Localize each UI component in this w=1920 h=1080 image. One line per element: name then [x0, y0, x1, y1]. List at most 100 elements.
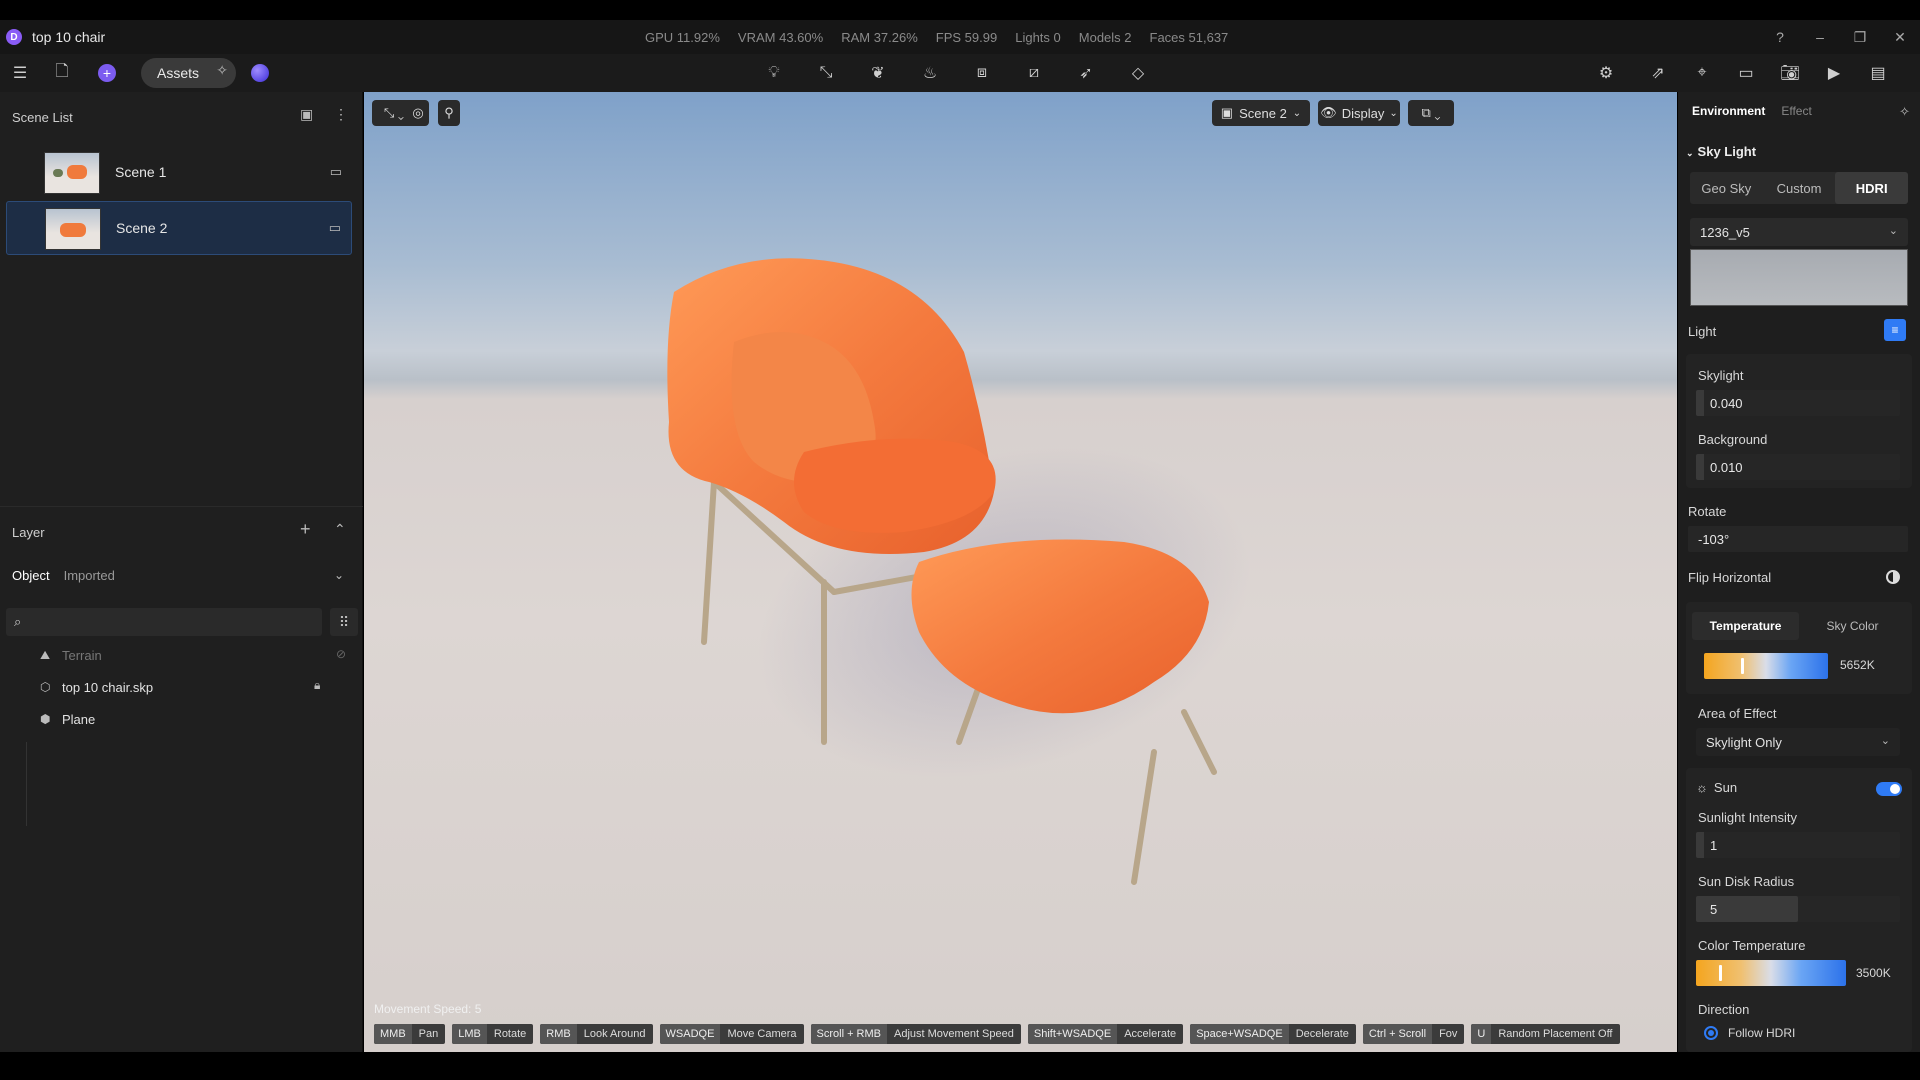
sun-toggle[interactable]	[1876, 782, 1902, 796]
world-space-icon[interactable]: ◎	[407, 100, 429, 126]
select-tool-icon[interactable]: ➶	[1072, 59, 1100, 87]
hint-action: Adjust Movement Speed	[894, 1028, 1014, 1040]
sky-mode-hdri[interactable]: HDRI	[1835, 172, 1909, 204]
view-mode-dropdown[interactable]: ⧉ ⌄	[1408, 100, 1454, 126]
filter-icon[interactable]: ⌄	[334, 568, 344, 582]
fire-icon[interactable]: ♨	[916, 59, 944, 87]
leaf-icon[interactable]: ❦	[864, 59, 892, 87]
restore-button[interactable]: ❐	[1840, 20, 1880, 54]
tab-effect[interactable]: Effect	[1781, 104, 1811, 118]
temperature-slider[interactable]	[1704, 653, 1828, 679]
layer-item-plane[interactable]: ⬢ Plane	[40, 708, 95, 730]
hint-key: Ctrl + Scroll	[1362, 1024, 1433, 1044]
map-pin-icon[interactable]: ⌖	[1688, 59, 1716, 87]
layer-item-label: Plane	[62, 711, 96, 727]
export-icon[interactable]: ⇗	[1644, 59, 1672, 87]
layer-item-terrain[interactable]: ⛰ Terrain	[40, 644, 102, 666]
tab-object[interactable]: Object	[12, 568, 50, 583]
sky-mode-geo[interactable]: Geo Sky	[1690, 172, 1763, 204]
scene-list-title: Scene List	[12, 109, 73, 125]
stat-gpu: GPU 11.92%	[645, 29, 720, 45]
pin-icon[interactable]: ✧	[1899, 104, 1910, 120]
close-button[interactable]: ✕	[1880, 20, 1920, 54]
skylight-input[interactable]: 0.040	[1696, 390, 1900, 416]
color-temperature-label: Color Temperature	[1698, 938, 1806, 953]
scene-item-2[interactable]: Scene 2 ▭	[6, 201, 352, 255]
snap-icon[interactable]: ⚲	[438, 100, 460, 126]
light-settings-icon[interactable]: ≡	[1884, 319, 1906, 341]
scene-item-label: Scene 2	[116, 220, 168, 236]
visibility-hidden-icon[interactable]: ⊘	[336, 647, 346, 661]
stat-ram: RAM 37.26%	[841, 29, 918, 45]
hint-key: Scroll + RMB	[810, 1024, 888, 1044]
layer-tabs: Object Imported	[12, 568, 115, 583]
sky-mode-segment: Geo Sky Custom HDRI	[1690, 172, 1909, 204]
slider-handle[interactable]	[1741, 658, 1744, 674]
scene-select-dropdown[interactable]: ▣ Scene 2 ⌄	[1212, 100, 1310, 126]
hint-key: MMB	[374, 1024, 412, 1044]
background-input[interactable]: 0.010	[1696, 454, 1900, 480]
sky-light-heading[interactable]: ⌄ Sky Light	[1686, 144, 1756, 159]
layers-icon[interactable]: ◇	[1124, 59, 1152, 87]
slider-handle[interactable]	[1719, 965, 1722, 981]
tab-imported[interactable]: Imported	[64, 568, 115, 583]
letterbox-top	[0, 0, 1920, 20]
hdri-preview[interactable]	[1690, 249, 1908, 306]
layer-item-chair-model[interactable]: ⬡ top 10 chair.skp	[40, 676, 153, 698]
collapse-icon[interactable]: ⌃	[334, 521, 346, 538]
rotate-input[interactable]: -103°	[1688, 526, 1908, 552]
flip-toggle-icon[interactable]	[1886, 570, 1900, 584]
object-place-icon[interactable]: ⧈	[968, 59, 996, 87]
control-hint: Space+WSADQE Decelerate	[1190, 1024, 1356, 1044]
import-file-icon[interactable]: 🗋	[48, 59, 76, 87]
material-icon[interactable]: ⧄	[1020, 59, 1048, 87]
more-options-icon[interactable]: ⋮	[334, 106, 348, 123]
camera-icon[interactable]: 📷︎	[1776, 59, 1804, 87]
assets-button[interactable]: Assets ✧	[141, 58, 236, 88]
layer-search-input[interactable]: ⌕	[6, 608, 322, 636]
display-dropdown[interactable]: 👁︎ Display ⌄	[1318, 100, 1400, 126]
tab-temperature[interactable]: Temperature	[1692, 612, 1799, 640]
area-of-effect-select[interactable]: Skylight Only ⌄	[1696, 728, 1900, 756]
menu-icon[interactable]: ☰	[6, 59, 34, 87]
panel-toggle-icon[interactable]: ▤	[1864, 59, 1892, 87]
color-temperature-slider[interactable]	[1696, 960, 1846, 986]
camera-icon[interactable]: ▭	[330, 164, 342, 180]
lock-icon[interactable]: 🔒︎	[314, 678, 320, 693]
sky-mode-custom[interactable]: Custom	[1763, 172, 1836, 204]
camera-icon[interactable]: ▭	[329, 220, 341, 236]
sun-intensity-input[interactable]: 1	[1696, 832, 1900, 858]
grid-view-icon[interactable]: ⠿	[330, 608, 358, 636]
tab-environment[interactable]: Environment	[1692, 104, 1765, 118]
add-layer-icon[interactable]: +	[300, 519, 311, 540]
hint-key: U	[1471, 1024, 1492, 1044]
batch-render-icon[interactable]: ▭	[1732, 59, 1760, 87]
hint-action: Accelerate	[1124, 1028, 1177, 1040]
control-hint: Scroll + RMB Adjust Movement Speed	[810, 1024, 1021, 1044]
path-tool-icon[interactable]: ⤡	[812, 59, 840, 87]
performance-stats: GPU 11.92% VRAM 43.60% RAM 37.26% FPS 59…	[645, 20, 1228, 54]
chevron-down-icon: ⌄	[1880, 735, 1890, 747]
sun-disk-input[interactable]: 5	[1696, 896, 1900, 922]
hint-action: Decelerate	[1295, 1028, 1349, 1040]
rotate-label: Rotate	[1688, 504, 1727, 519]
render-settings-icon[interactable]: ⚙	[1592, 59, 1620, 87]
minimize-button[interactable]: –	[1800, 20, 1840, 54]
add-plus-icon[interactable]: +	[98, 64, 116, 82]
skylight-label: Skylight	[1698, 368, 1744, 383]
light-label: Light	[1688, 324, 1717, 339]
ai-orb-icon[interactable]	[251, 64, 269, 82]
main-toolbar: ☰ 🗋 + Assets ✧ 💡︎ ⤡ ❦ ♨ ⧈ ⧄ ➶ ◇ ⚙ ⇗ ⌖ ▭ …	[0, 54, 1920, 92]
scene-item-1[interactable]: Scene 1 ▭	[6, 146, 352, 200]
hint-key: Shift+WSADQE	[1027, 1024, 1118, 1044]
hdri-select[interactable]: 1236_v5 ⌄	[1690, 218, 1908, 246]
tab-sky-color[interactable]: Sky Color	[1799, 612, 1906, 640]
background-value: 0.010	[1710, 459, 1743, 475]
area-of-effect-value: Skylight Only	[1706, 734, 1782, 750]
light-bulb-icon[interactable]: 💡︎	[760, 59, 788, 87]
help-icon[interactable]: ?	[1760, 20, 1800, 54]
add-scene-icon[interactable]: ▣	[300, 106, 313, 123]
video-icon[interactable]: ▶	[1820, 59, 1848, 87]
3d-viewport[interactable]: ⤡ ⌄ ◎ ⚲ ▣ Scene 2 ⌄ 👁︎ Display ⌄ ⧉ ⌄ Mov…	[364, 92, 1677, 1052]
follow-hdri-radio[interactable]	[1704, 1026, 1718, 1040]
